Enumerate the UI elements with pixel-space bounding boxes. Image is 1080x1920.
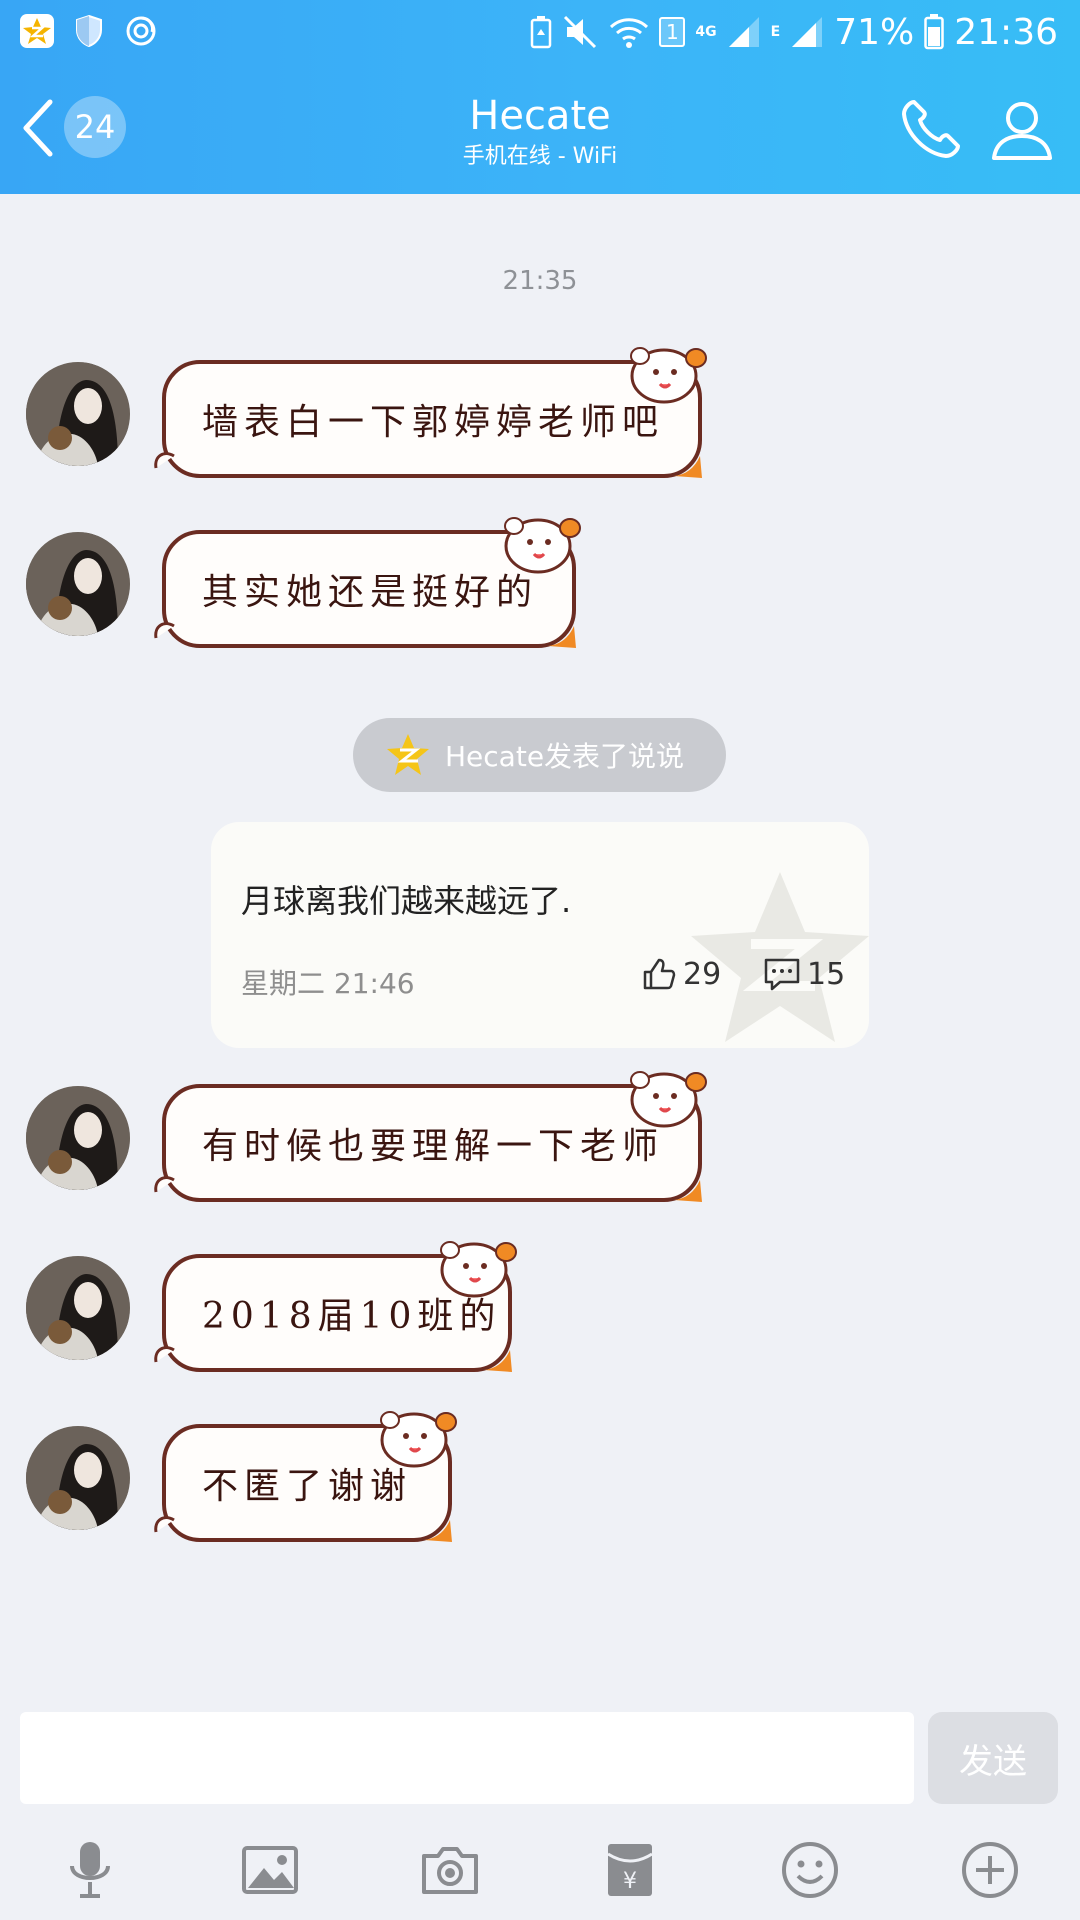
microphone-icon[interactable] [58, 1838, 122, 1902]
post-time: 星期二 21:46 [241, 967, 415, 1000]
message-bubble[interactable]: 墙表白一下郭婷婷老师吧 [154, 347, 707, 478]
comment-count: 15 [807, 956, 846, 992]
bubble-corner-icon [484, 1350, 512, 1372]
avatar[interactable] [26, 532, 130, 636]
bubble-tail-icon [154, 622, 175, 639]
back-button[interactable] [18, 92, 58, 164]
send-button[interactable]: 发送 [928, 1712, 1058, 1804]
avatar[interactable] [26, 1086, 130, 1190]
like-count: 29 [683, 956, 722, 992]
avatar[interactable] [26, 362, 130, 466]
emoji-icon[interactable] [778, 1838, 842, 1902]
camera-icon[interactable] [418, 1838, 482, 1902]
message-bubble[interactable]: 不匿了谢谢 [154, 1411, 457, 1542]
phone-icon [902, 100, 960, 158]
signal-icon-1 [728, 17, 759, 47]
bubble-corner-icon [548, 626, 576, 648]
wifi-icon [610, 18, 649, 48]
message-text: 其实她还是挺好的 [202, 572, 539, 613]
unread-count-badge[interactable]: 24 [64, 96, 126, 158]
message-timestamp: 21:35 [502, 266, 578, 296]
battery-saver-icon [531, 16, 552, 49]
comment-icon [764, 958, 800, 991]
status-right-icons: 1 4G E 71% 21:36 [529, 8, 1058, 56]
plus-icon[interactable] [958, 1838, 1022, 1902]
profile-button[interactable] [988, 96, 1056, 164]
avatar[interactable] [26, 1426, 130, 1530]
sim-slot-badge: 1 [659, 17, 686, 47]
signal-icon-2 [792, 17, 823, 47]
chevron-left-icon [23, 99, 53, 157]
mute-icon [564, 15, 597, 49]
message-bubble[interactable]: 其实她还是挺好的 [154, 517, 581, 648]
hamster-decoration-icon [380, 1411, 457, 1468]
svg-text:¥: ¥ [623, 1869, 637, 1894]
bubble-tail-icon [154, 1516, 175, 1533]
qzone-notification-icon [18, 12, 56, 50]
person-icon [992, 102, 1052, 160]
hamster-decoration-icon [630, 1071, 707, 1128]
comment-button[interactable]: 15 [763, 956, 845, 992]
swirl-app-icon [122, 12, 160, 50]
post-content: 月球离我们越来越远了. [241, 882, 572, 920]
message-text: 有时候也要理解一下老师 [202, 1126, 665, 1167]
bubble-tail-icon [154, 1346, 175, 1363]
message-text: 墙表白一下郭婷婷老师吧 [202, 402, 665, 443]
contact-name: Hecate [469, 93, 611, 139]
message-input[interactable] [20, 1712, 914, 1804]
battery-percent: 71% [834, 11, 915, 53]
status-bar: 1 4G E 71% 21:36 [0, 0, 1080, 64]
bubble-tail-icon [154, 452, 175, 469]
status-left-icons [18, 12, 160, 50]
image-icon[interactable] [238, 1838, 302, 1902]
bubble-corner-icon [674, 456, 702, 478]
avatar[interactable] [26, 1256, 130, 1360]
message-bubble[interactable]: 2018届10班的 [154, 1241, 517, 1372]
input-toolbar: ¥ [0, 1820, 1080, 1920]
chat-header: 1 4G E 71% 21:36 24 Hecate 手机在线 - WiFi [0, 0, 1080, 194]
battery-icon [924, 14, 944, 50]
thumbs-up-icon [643, 958, 676, 990]
bubble-corner-icon [424, 1520, 452, 1542]
voice-call-button[interactable] [896, 96, 964, 164]
message-bubble[interactable]: 有时候也要理解一下老师 [154, 1071, 707, 1202]
network-e-label: E [770, 24, 781, 40]
network-4g-label: 4G [695, 24, 717, 40]
qzone-star-icon [387, 734, 429, 775]
contact-status: 手机在线 - WiFi [462, 144, 618, 169]
hamster-decoration-icon [440, 1241, 517, 1298]
hamster-decoration-icon [504, 517, 581, 574]
moment-post-card[interactable]: 月球离我们越来越远了. 星期二 21:46 29 15 [211, 822, 869, 1048]
shield-icon [70, 12, 108, 50]
clock: 21:36 [954, 11, 1058, 53]
red-packet-icon[interactable]: ¥ [598, 1838, 662, 1902]
post-notice-text: Hecate发表了说说 [445, 740, 685, 773]
hamster-decoration-icon [630, 347, 707, 404]
chat-title-block[interactable]: Hecate 手机在线 - WiFi [340, 90, 740, 172]
moment-post-notice[interactable]: Hecate发表了说说 [353, 718, 726, 792]
bubble-corner-icon [674, 1180, 702, 1202]
bubble-tail-icon [154, 1176, 175, 1193]
like-button[interactable]: 29 [641, 956, 721, 992]
